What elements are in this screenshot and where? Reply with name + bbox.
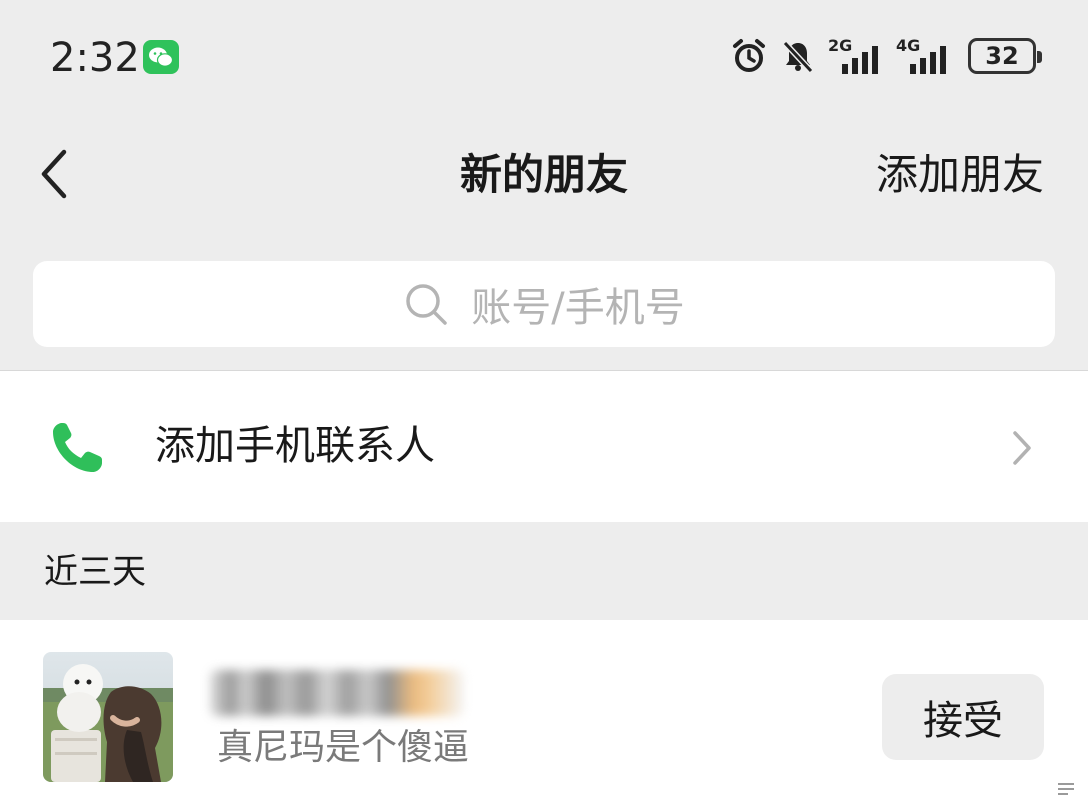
search-input[interactable]: 账号/手机号 <box>33 261 1055 347</box>
add-friend-button[interactable]: 添加朋友 <box>876 150 1044 200</box>
nav-bar: 新的朋友 添加朋友 <box>0 130 1088 220</box>
accept-button[interactable]: 接受 <box>882 674 1044 760</box>
chevron-right-icon <box>1013 431 1031 465</box>
phone-icon <box>53 423 102 472</box>
alarm-icon <box>730 37 768 75</box>
add-phone-contacts-label: 添加手机联系人 <box>155 423 435 469</box>
section-header-recent: 近三天 <box>44 552 146 592</box>
search-placeholder: 账号/手机号 <box>471 285 685 331</box>
signal-4g-icon: 4G <box>896 38 952 74</box>
search-icon <box>406 284 447 325</box>
signal-2g-icon: 2G <box>828 38 884 74</box>
redacted-username <box>210 670 464 716</box>
status-time: 2:32 <box>50 35 140 81</box>
wechat-notification-icon <box>143 40 179 74</box>
status-icons: 2G 4G 32 <box>730 36 1042 76</box>
battery-icon: 32 <box>968 38 1042 74</box>
friend-request-item[interactable]: 真尼玛是个傻逼 接受 <box>0 620 1088 808</box>
battery-level: 32 <box>985 42 1019 70</box>
watermark-icon <box>1058 783 1074 795</box>
status-bar: 2:32 2G 4G 32 <box>0 0 1088 110</box>
avatar[interactable] <box>43 652 173 782</box>
request-message: 真尼玛是个傻逼 <box>217 727 470 768</box>
new-friends-screen: 2:32 2G 4G 32 新的朋友 添加朋友 账号/手机号 添加手机联系人 近… <box>0 0 1088 808</box>
mute-bell-icon <box>780 38 816 74</box>
add-phone-contacts-row[interactable]: 添加手机联系人 <box>0 370 1088 522</box>
